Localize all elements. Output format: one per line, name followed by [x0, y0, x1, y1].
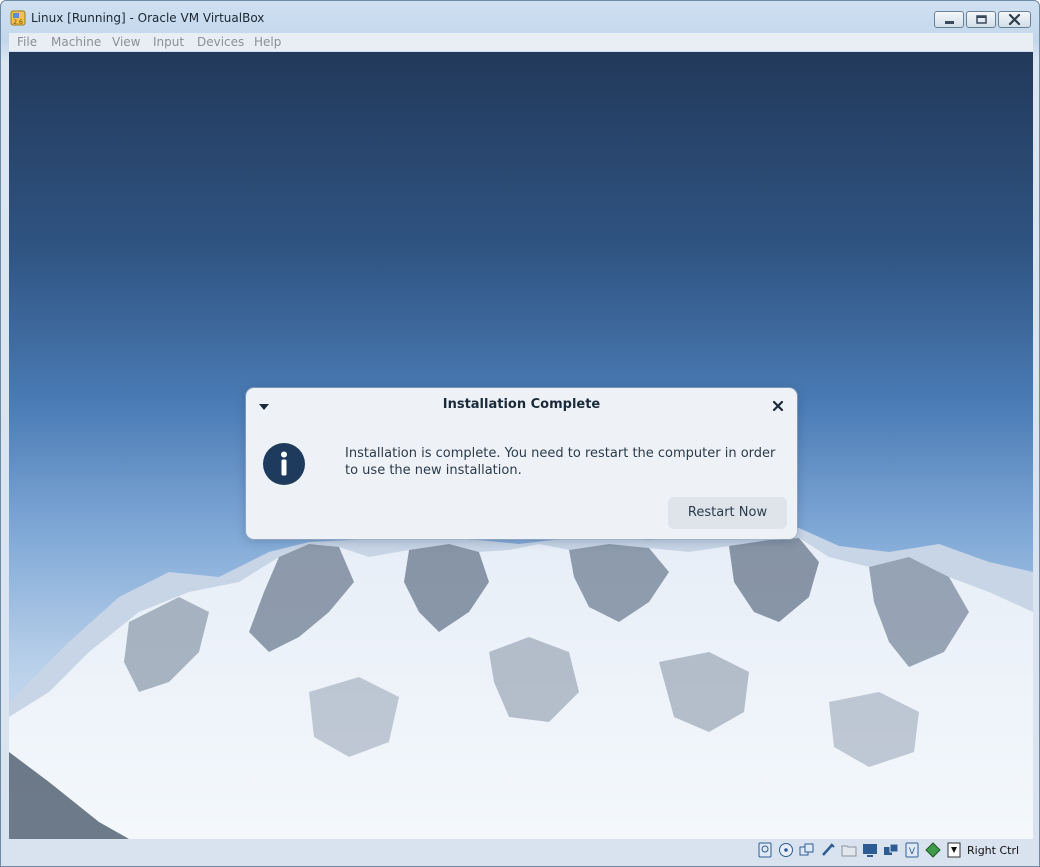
maximize-icon	[976, 15, 987, 24]
virtualbox-window: 2.6 Linux [Running] - Oracle VM VirtualB…	[0, 0, 1040, 867]
host-key-label: Right Ctrl	[967, 844, 1020, 857]
close-button[interactable]	[998, 11, 1031, 28]
audio-icon[interactable]	[799, 842, 815, 858]
menu-view[interactable]: View	[112, 35, 140, 49]
menu-devices[interactable]: Devices	[197, 35, 244, 49]
maximize-button[interactable]	[966, 11, 996, 28]
menu-help[interactable]: Help	[254, 35, 281, 49]
svg-text:V: V	[909, 847, 916, 857]
menu-file[interactable]: File	[17, 35, 37, 49]
info-icon	[263, 443, 305, 485]
minimize-button[interactable]	[934, 11, 964, 28]
close-icon[interactable]	[772, 400, 784, 412]
menu-input[interactable]: Input	[153, 35, 184, 49]
network-icon[interactable]	[883, 842, 899, 858]
restart-now-button[interactable]: Restart Now	[668, 497, 787, 529]
dialog-message: Installation is complete. You need to re…	[345, 446, 776, 478]
shared-folder-icon[interactable]	[841, 842, 857, 858]
title-bar[interactable]: 2.6 Linux [Running] - Oracle VM VirtualB…	[1, 1, 1039, 33]
vm-display[interactable]: Installation Complete Installation is co…	[9, 52, 1033, 839]
display-icon[interactable]	[862, 842, 878, 858]
hard-disk-icon[interactable]	[757, 842, 773, 858]
window-title: Linux [Running] - Oracle VM VirtualBox	[31, 11, 265, 25]
svg-text:2.6: 2.6	[13, 19, 23, 26]
mouse-integration-icon[interactable]	[946, 842, 962, 858]
menu-machine[interactable]: Machine	[51, 35, 101, 49]
cpu-icon[interactable]	[925, 842, 941, 858]
video-capture-icon[interactable]: V	[904, 842, 920, 858]
close-icon	[1008, 13, 1021, 26]
menu-bar: File Machine View Input Devices Help	[9, 33, 1033, 51]
usb-icon[interactable]	[820, 842, 836, 858]
virtualbox-app-icon: 2.6	[10, 10, 26, 26]
optical-drive-icon[interactable]	[778, 842, 794, 858]
minimize-icon	[945, 21, 954, 24]
installation-complete-dialog: Installation Complete Installation is co…	[246, 388, 797, 539]
status-bar: V Right Ctrl	[9, 839, 1033, 863]
dialog-title: Installation Complete	[442, 397, 601, 412]
